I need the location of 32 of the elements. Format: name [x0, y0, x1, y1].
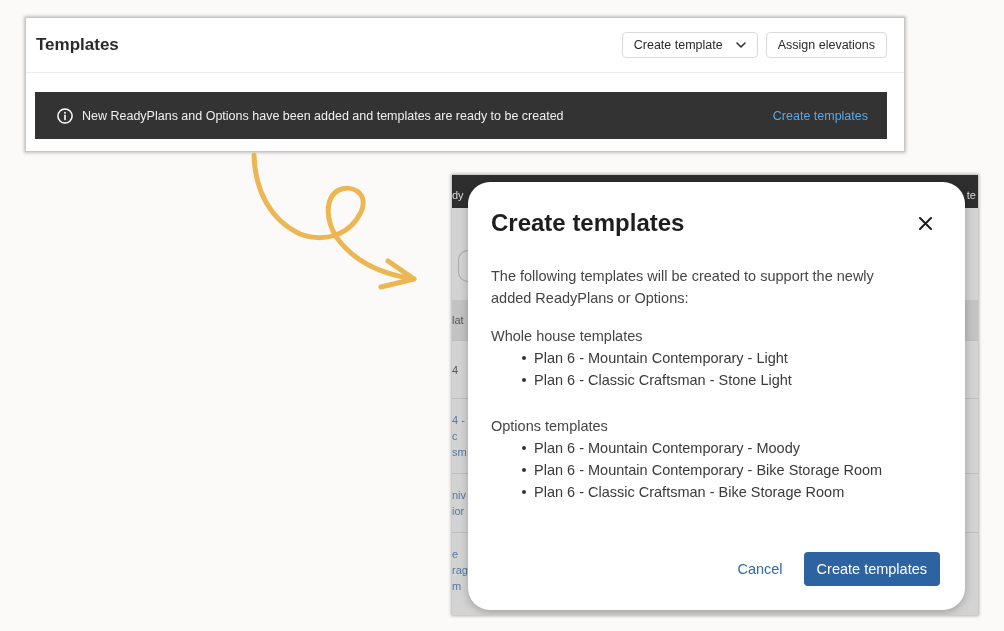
table-cell-text: 4: [452, 362, 459, 378]
info-icon: [57, 107, 73, 124]
section-heading: Options templates: [491, 417, 609, 436]
top-bar-text: te: [966, 188, 976, 201]
banner-message: New ReadyPlans and Options have been added and templates are ready to be created: [82, 108, 565, 123]
template-name: Plan 6 - Classic Craftsman - Stone Light: [534, 372, 792, 388]
close-icon: [919, 216, 932, 230]
close-button[interactable]: [919, 216, 932, 230]
cancel-button[interactable]: Cancel: [737, 561, 783, 577]
table-cell-text: 4 - c sm: [452, 413, 467, 460]
bullet-icon: [522, 468, 526, 472]
section-heading: Whole house templates: [491, 327, 644, 346]
dialog-description: The following templates will be created to support the newly added ReadyPlans or Options:: [491, 267, 875, 308]
dialog-title: Create templates: [491, 208, 685, 238]
create-templates-link[interactable]: Create templates: [772, 108, 868, 123]
bullet-icon: [522, 446, 526, 450]
bullet-icon: [522, 356, 526, 360]
action-button[interactable]: Assign elevations: [765, 32, 887, 58]
template-name: Plan 6 - Mountain Contemporary - Moody: [534, 440, 800, 456]
table-cell-text: niv ior: [452, 488, 467, 519]
chevron-down-icon: [735, 42, 746, 48]
bullet-icon: [522, 378, 526, 382]
template-name: Plan 6 - Classic Craftsman - Bike Storage Room: [534, 484, 845, 500]
bullet-icon: [522, 490, 526, 494]
top-bar-text: dy: [452, 188, 464, 201]
template-name: Plan 6 - Mountain Contemporary - Light: [534, 350, 788, 366]
primary-button[interactable]: Create templates: [803, 552, 940, 586]
column-header: lat: [452, 313, 464, 328]
page-title: Templates: [36, 35, 119, 55]
template-name: Plan 6 - Mountain Contemporary - Bike Storage Room: [534, 462, 883, 478]
table-cell-text: e rag m: [452, 547, 468, 594]
dropdown-button[interactable]: Create template: [621, 32, 758, 58]
